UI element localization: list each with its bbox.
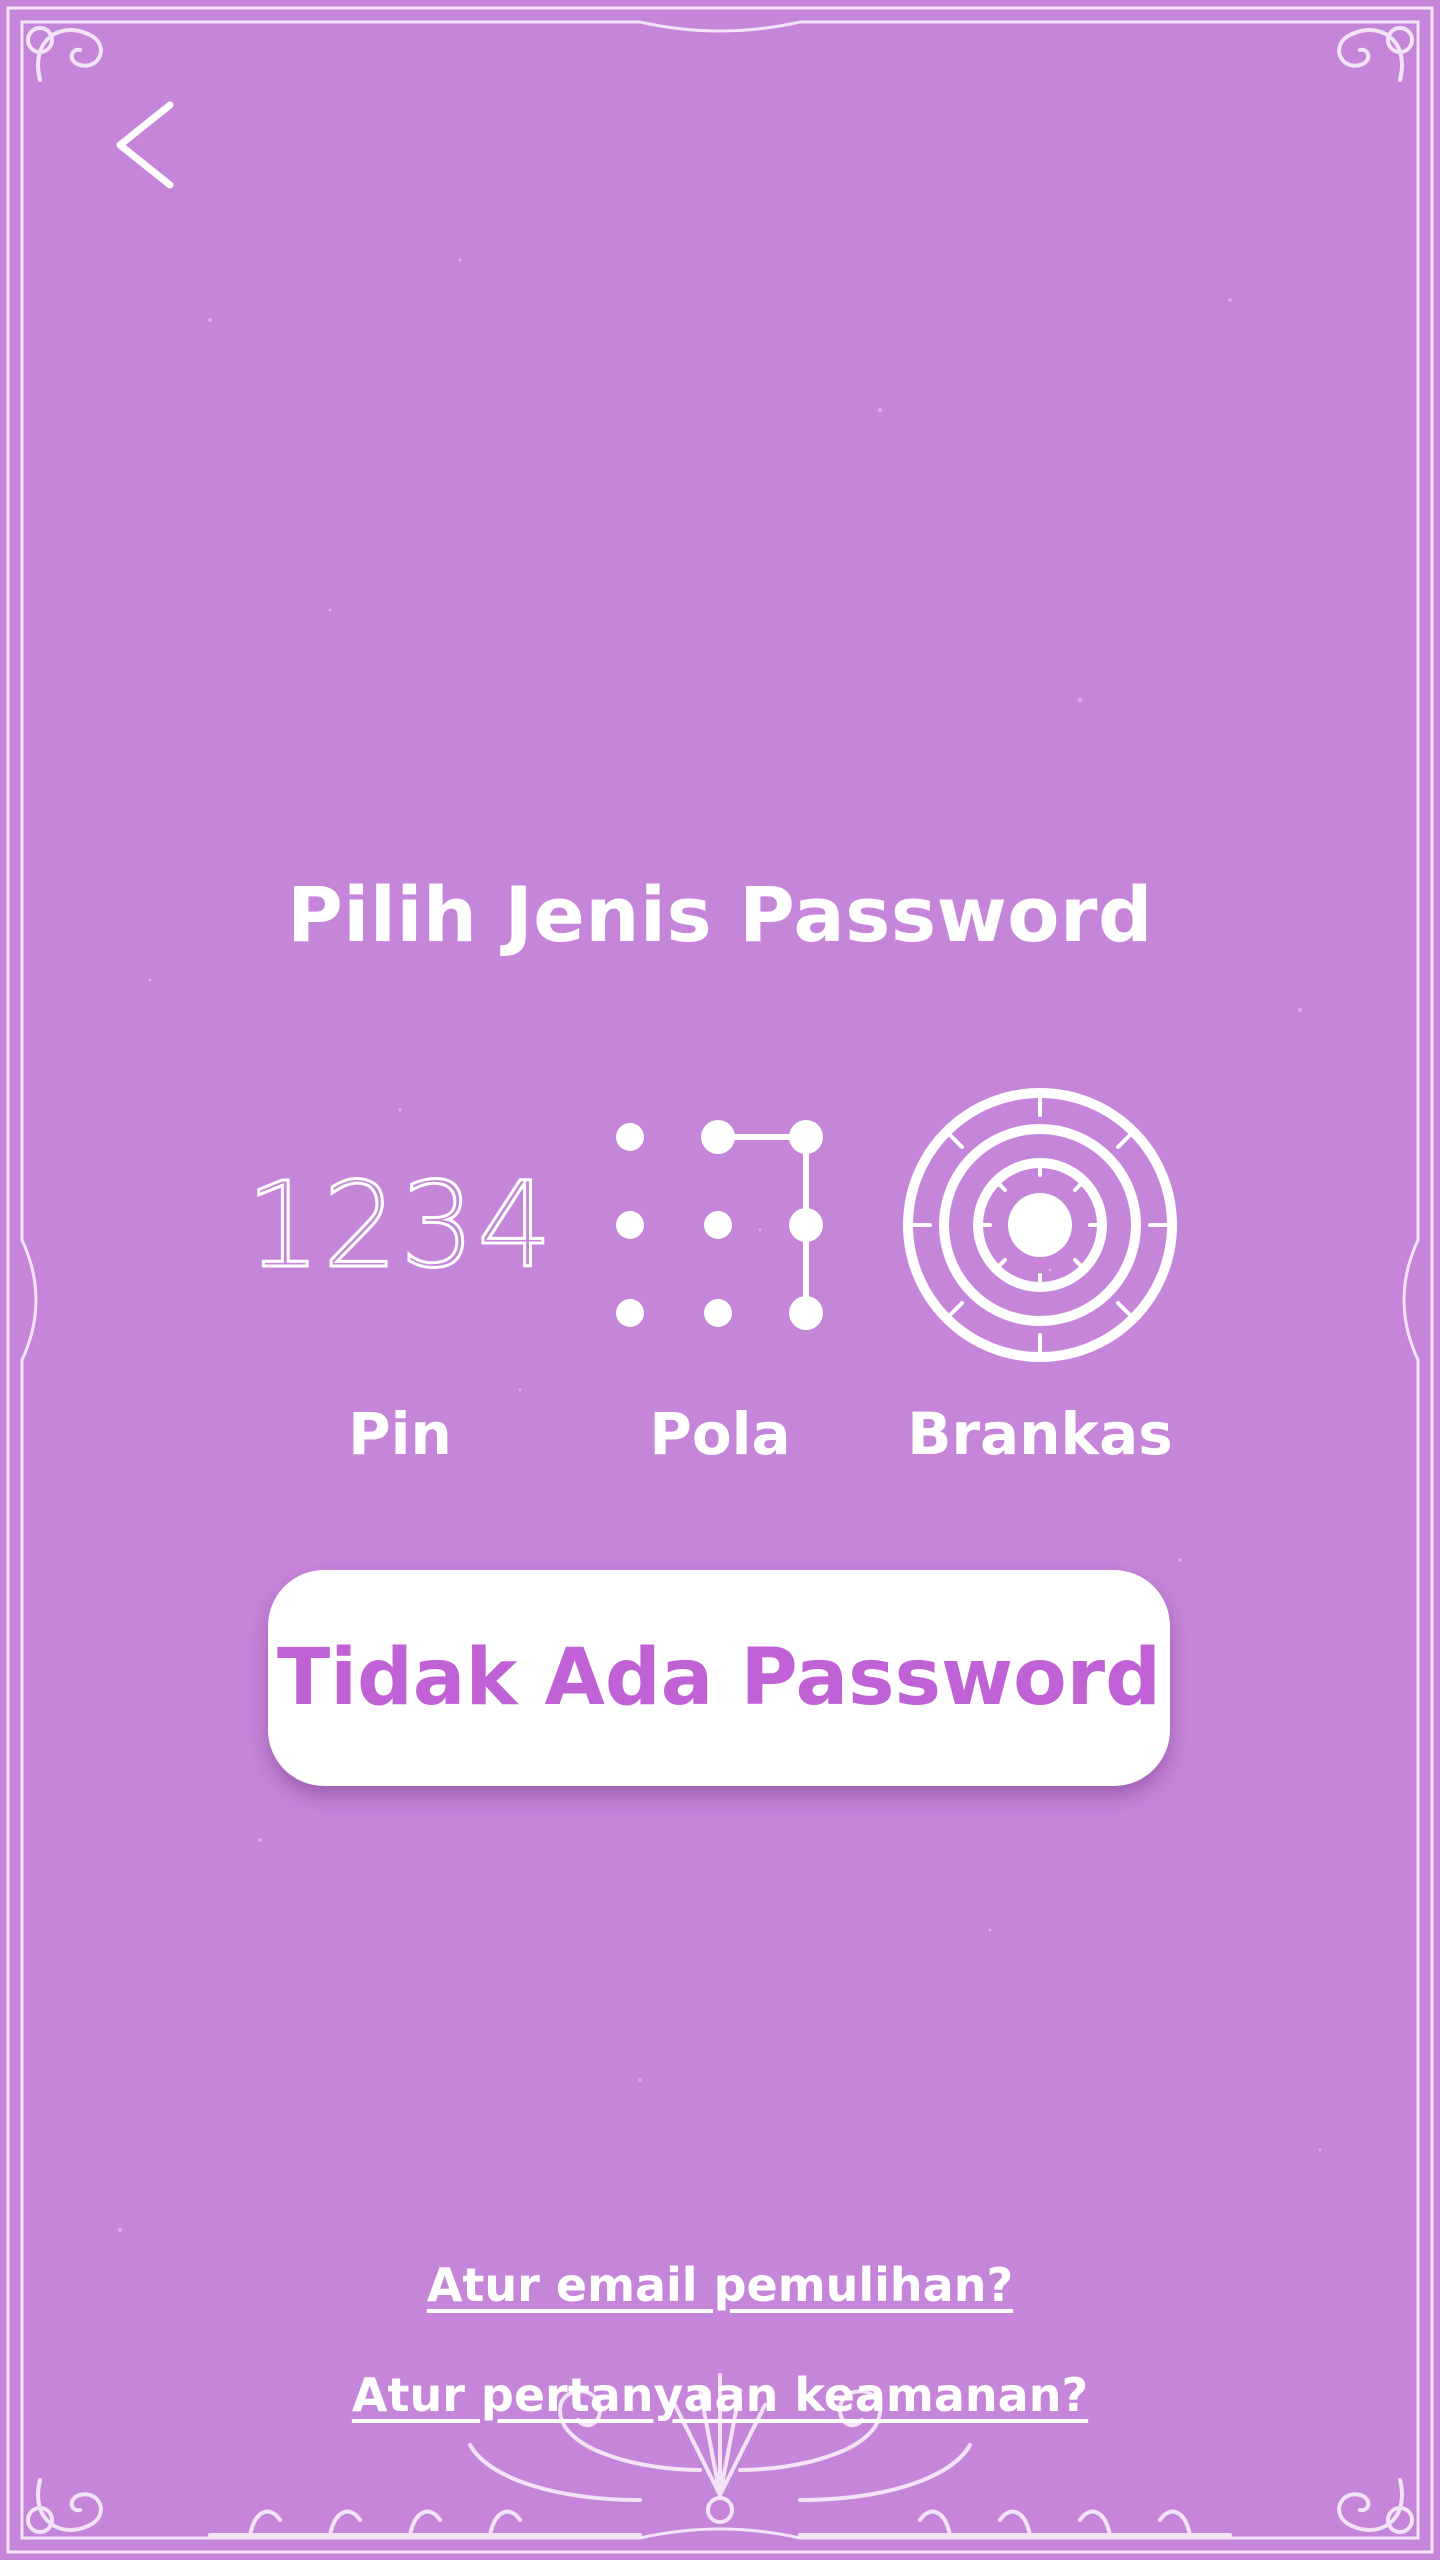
option-pola[interactable]: Pola [570,1085,870,1485]
pattern-dots-icon [570,1085,870,1365]
option-brankas[interactable]: Brankas [890,1085,1190,1485]
option-pola-label: Pola [649,1400,791,1468]
no-password-button-label: Tidak Ada Password [277,1633,1161,1723]
security-question-link[interactable]: Atur pertanyaan keamanan? [352,2368,1088,2422]
pin-digits-text: 1234 [244,1155,555,1296]
option-pin-label: Pin [348,1400,452,1468]
no-password-button[interactable]: Tidak Ada Password [268,1570,1170,1786]
recovery-email-link[interactable]: Atur email pemulihan? [427,2258,1013,2312]
back-button[interactable] [95,85,195,205]
safe-dial-icon [890,1085,1190,1365]
option-brankas-label: Brankas [907,1400,1173,1468]
recovery-email-link-row: Atur email pemulihan? [0,2258,1440,2312]
option-pin[interactable]: 1234 Pin [244,1085,555,1485]
pin-digits-icon: 1234 [244,1085,555,1365]
chevron-left-icon [116,101,174,189]
page-title: Pilih Jenis Password [287,870,1153,959]
security-question-link-row: Atur pertanyaan keamanan? [0,2368,1440,2422]
